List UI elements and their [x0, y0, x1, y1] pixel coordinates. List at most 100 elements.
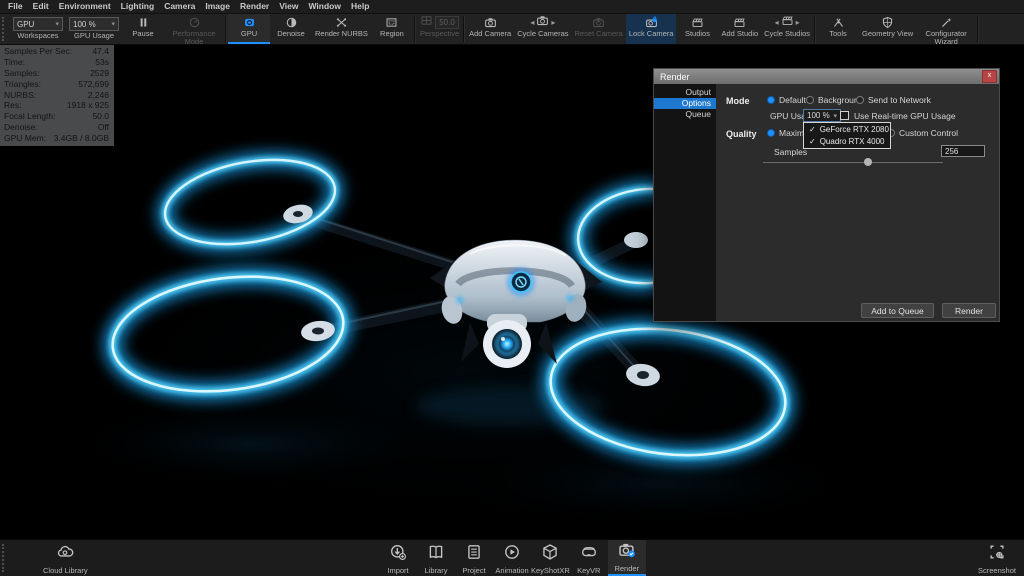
document-icon	[465, 543, 483, 566]
toolbar-separator	[463, 16, 465, 42]
screenshot-button[interactable]: Screenshot	[978, 540, 1016, 576]
render-nurbs-button[interactable]: Render NURBS	[312, 14, 371, 44]
render-stats-overlay: Samples Per Sec:47.4 Time:53s Samples:25…	[0, 45, 114, 146]
add-camera-button[interactable]: Add Camera	[466, 14, 514, 44]
stat-res: Res:1918 x 925	[4, 100, 109, 111]
add-to-queue-button[interactable]: Add to Queue	[861, 303, 934, 318]
tools-button[interactable]: Tools	[817, 14, 859, 44]
configurator-wizard-button[interactable]: Configurator Wizard	[916, 14, 976, 44]
dock-item-keyvr[interactable]: KeyVR	[570, 540, 608, 576]
menu-view[interactable]: View	[274, 0, 303, 13]
bottom-dock: Cloud Library Import Library Project Ani…	[0, 539, 1024, 576]
prev-arrow-icon[interactable]: ◂	[530, 18, 534, 27]
render-label: Render	[614, 565, 639, 573]
dock-item-import[interactable]: Import	[379, 540, 417, 576]
menu-file[interactable]: File	[3, 0, 28, 13]
radio-background[interactable]: Background	[806, 95, 863, 105]
performance-mode-label: Performance Mode	[167, 30, 221, 47]
radio-dot	[767, 129, 775, 137]
next-arrow-icon[interactable]: ▸	[551, 18, 555, 27]
gpu-usage-combo[interactable]: 100 % ▾	[803, 109, 841, 122]
samples-input[interactable]: 256	[941, 145, 985, 157]
radio-custom-control[interactable]: Custom Control	[887, 128, 958, 138]
toolbar-separator	[414, 16, 416, 42]
studios-button[interactable]: Studios	[676, 14, 718, 44]
tab-queue[interactable]: Queue	[654, 109, 716, 120]
tools-label: Tools	[829, 30, 847, 38]
toolbar-separator	[814, 16, 816, 42]
toolbar-drag-handle[interactable]	[2, 17, 9, 41]
toolbar-separator	[977, 16, 979, 42]
import-label: Import	[387, 567, 408, 575]
prev-arrow-icon[interactable]: ◂	[775, 18, 779, 27]
menu-window[interactable]: Window	[303, 0, 346, 13]
realtime-gpu-usage-checkbox[interactable]	[840, 111, 849, 120]
dropdown-item-geforce-rtx-2080[interactable]: ✓ GeForce RTX 2080	[804, 124, 890, 136]
close-icon[interactable]: x	[982, 70, 997, 83]
radio-dot	[856, 96, 864, 104]
stat-focal-length: Focal Length:50.0	[4, 111, 109, 122]
dock-item-animation[interactable]: Animation	[493, 540, 531, 576]
menu-camera[interactable]: Camera	[159, 0, 200, 13]
workspaces-select[interactable]: GPU▾	[13, 17, 63, 31]
library-label: Library	[425, 567, 448, 575]
menu-image[interactable]: Image	[200, 0, 235, 13]
pause-button[interactable]: Pause	[122, 14, 164, 44]
gpu-mode-button[interactable]: GPU	[228, 14, 270, 44]
cloud-library-button[interactable]: Cloud Library	[43, 540, 88, 576]
menu-environment[interactable]: Environment	[54, 0, 116, 13]
denoise-label: Denoise	[277, 30, 305, 38]
gpu-usage-dropdown[interactable]: 100 %▾ GPU Usage	[66, 14, 122, 44]
denoise-button[interactable]: Denoise	[270, 14, 312, 44]
mesh-icon	[335, 16, 348, 29]
menu-edit[interactable]: Edit	[28, 0, 54, 13]
play-icon	[503, 543, 521, 566]
gpu-device-dropdown: ✓ GeForce RTX 2080 ✓ Quadro RTX 4000	[803, 122, 891, 149]
tab-options[interactable]: Options	[654, 98, 716, 109]
workspaces-dropdown[interactable]: GPU▾ Workspaces	[10, 14, 66, 44]
render-options-panel: Mode Default Background Send to Network …	[716, 84, 999, 321]
menu-help[interactable]: Help	[346, 0, 374, 13]
dock-item-render[interactable]: Render	[608, 540, 646, 576]
next-arrow-icon[interactable]: ▸	[796, 18, 800, 27]
reset-camera-button[interactable]: Reset Camera	[572, 14, 626, 44]
dropdown-item-quadro-rtx-4000[interactable]: ✓ Quadro RTX 4000	[804, 136, 890, 148]
render-nurbs-label: Render NURBS	[315, 30, 368, 38]
geometry-view-button[interactable]: Geometry View	[859, 14, 916, 44]
menu-bar: File Edit Environment Lighting Camera Im…	[0, 0, 1024, 14]
gpu-usage-select[interactable]: 100 %▾	[69, 17, 119, 31]
render-dialog-sidebar: Output Options Queue	[654, 84, 716, 321]
import-icon	[389, 543, 407, 566]
dock-item-keyshotxr[interactable]: KeyShotXR	[531, 540, 570, 576]
dock-drag-handle[interactable]	[2, 544, 4, 572]
dock-item-project[interactable]: Project	[455, 540, 493, 576]
workspaces-label: Workspaces	[17, 32, 58, 40]
menu-render[interactable]: Render	[235, 0, 274, 13]
samples-slider-track[interactable]	[763, 162, 943, 163]
tab-output[interactable]: Output	[654, 87, 716, 98]
add-studio-button[interactable]: Add Studio	[718, 14, 761, 44]
radio-default[interactable]: Default	[767, 95, 806, 105]
main-toolbar: GPU▾ Workspaces 100 %▾ GPU Usage Pause P…	[0, 14, 1024, 45]
dock-item-library[interactable]: Library	[417, 540, 455, 576]
chevron-down-icon: ▾	[111, 20, 115, 28]
menu-lighting[interactable]: Lighting	[116, 0, 160, 13]
render-dialog-titlebar[interactable]: Render x	[654, 69, 999, 84]
camera-lock-icon	[645, 16, 658, 29]
stat-gpu-mem: GPU Mem:3.4GB / 8.0GB	[4, 132, 109, 143]
add-studio-label: Add Studio	[721, 30, 758, 38]
stat-nurbs: NURBS:2,246	[4, 89, 109, 100]
geometry-view-label: Geometry View	[862, 30, 913, 38]
radio-send-to-network[interactable]: Send to Network	[856, 95, 931, 105]
lock-camera-button[interactable]: Lock Camera	[626, 14, 677, 44]
perspective-control[interactable]: 50.0 Perspective	[417, 14, 462, 44]
gauge-icon	[188, 16, 201, 29]
cycle-cameras-button[interactable]: ◂▸ Cycle Cameras	[514, 14, 571, 44]
stat-triangles: Triangles:572,699	[4, 78, 109, 89]
samples-slider-handle[interactable]	[864, 158, 872, 166]
performance-mode-button[interactable]: Performance Mode	[164, 14, 224, 44]
render-button[interactable]: Render	[942, 303, 996, 318]
chevron-down-icon: ▾	[55, 20, 59, 28]
region-button[interactable]: Region	[371, 14, 413, 44]
cycle-studios-button[interactable]: ◂▸ Cycle Studios	[761, 14, 813, 44]
